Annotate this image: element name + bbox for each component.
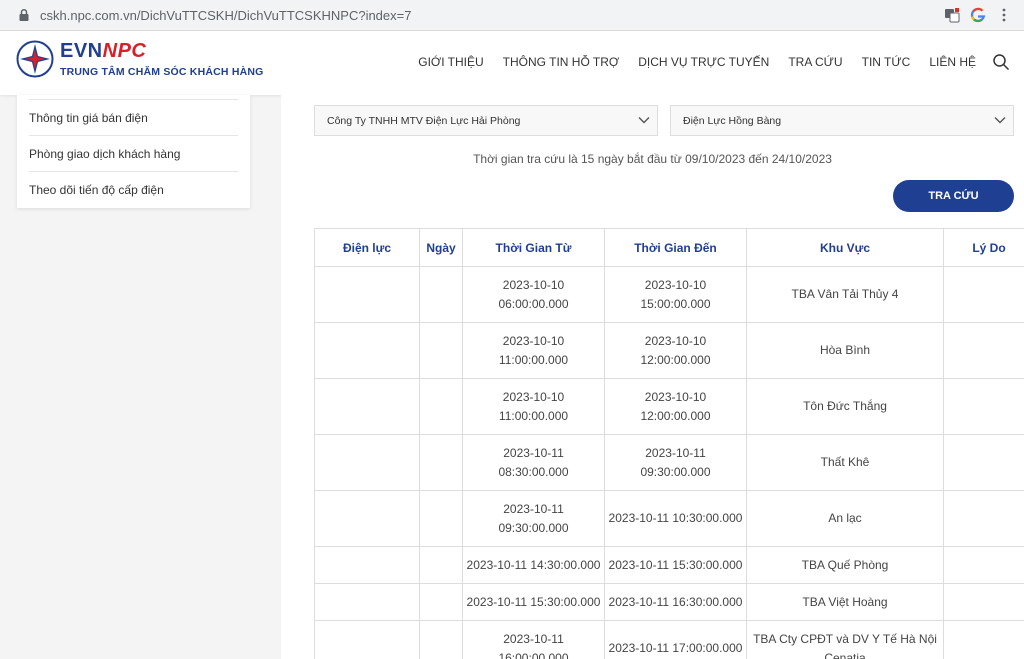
cell-dien-luc: [314, 266, 420, 323]
nav-tin-tuc[interactable]: TIN TỨC: [862, 55, 911, 69]
column-header: Khu Vực: [746, 228, 944, 267]
main-content: Công Ty TNHH MTV Điện Lực Hải Phòng Điện…: [281, 95, 1024, 659]
cell-ngay: [419, 266, 463, 323]
nav-lien-he[interactable]: LIÊN HỆ: [929, 55, 976, 69]
cell-thoi-gian-tu: 2023-10-11 08:30:00.000: [462, 434, 605, 491]
table-row: 2023-10-10 11:00:00.000 2023-10-10 12:00…: [314, 378, 1024, 435]
cell-dien-luc: [314, 583, 420, 621]
column-header: Thời Gian Từ: [462, 228, 605, 267]
cell-thoi-gian-den: 2023-10-11 15:30:00.000: [604, 546, 747, 584]
evn-emblem-icon: [16, 40, 54, 78]
sidebar-item-label: Theo dõi tiến độ cấp điện: [29, 183, 164, 197]
cell-thoi-gian-tu: 2023-10-10 11:00:00.000: [462, 378, 605, 435]
nav-tra-cuu[interactable]: TRA CỨU: [788, 55, 842, 69]
company-select-value: Công Ty TNHH MTV Điện Lực Hải Phòng: [327, 114, 521, 127]
column-header: Ngày: [419, 228, 463, 267]
nav-gioi-thieu[interactable]: GIỚI THIỆU: [418, 55, 483, 69]
unit-select[interactable]: Điện Lực Hồng Bàng: [670, 105, 1014, 136]
column-header: Thời Gian Đến: [604, 228, 747, 267]
cell-thoi-gian-tu: 2023-10-11 16:00:00.000: [462, 620, 605, 659]
table-row: 2023-10-11 14:30:00.000 2023-10-11 15:30…: [314, 546, 1024, 584]
nav-dich-vu-truc-tuyen[interactable]: DỊCH VỤ TRỰC TUYẾN: [638, 55, 769, 69]
cell-khu-vuc: TBA Quế Phòng: [746, 546, 944, 584]
search-icon[interactable]: [992, 53, 1010, 71]
cell-ngay: [419, 546, 463, 584]
brand-name: EVNNPC: [60, 40, 147, 62]
cell-ly-do: [943, 546, 1024, 584]
cell-ly-do: [943, 378, 1024, 435]
cell-ly-do: [943, 490, 1024, 547]
cell-khu-vuc: TBA Vân Tải Thủy 4: [746, 266, 944, 323]
cell-thoi-gian-den: 2023-10-10 15:00:00.000: [604, 266, 747, 323]
table-header-row: Điện lực Ngày Thời Gian Từ Thời Gian Đến…: [314, 228, 1024, 267]
cell-thoi-gian-tu: 2023-10-11 14:30:00.000: [462, 546, 605, 584]
cell-khu-vuc: Hòa Bình: [746, 322, 944, 379]
table-row: 2023-10-10 06:00:00.000 2023-10-10 15:00…: [314, 266, 1024, 323]
cell-ngay: [419, 620, 463, 659]
cell-dien-luc: [314, 546, 420, 584]
cell-ngay: [419, 583, 463, 621]
cell-dien-luc: [314, 378, 420, 435]
chevron-down-icon: [637, 113, 651, 127]
main-nav: GIỚI THIỆU THÔNG TIN HỖ TRỢ DỊCH VỤ TRỰC…: [418, 55, 976, 69]
cell-thoi-gian-tu: 2023-10-11 15:30:00.000: [462, 583, 605, 621]
sidebar-item-label: Phòng giao dịch khách hàng: [29, 146, 181, 161]
cell-thoi-gian-tu: 2023-10-10 06:00:00.000: [462, 266, 605, 323]
sidebar-item-label: Thông tin giá bán điện: [29, 110, 148, 125]
table-row: 2023-10-11 15:30:00.000 2023-10-11 16:30…: [314, 583, 1024, 621]
cell-thoi-gian-tu: 2023-10-10 11:00:00.000: [462, 322, 605, 379]
cell-khu-vuc: TBA Cty CPĐT và DV Y Tế Hà Nội Cenatia: [746, 620, 944, 659]
sidebar-item-tien-do-cap-dien[interactable]: Theo dõi tiến độ cấp điện: [29, 172, 238, 208]
chevron-down-icon: [993, 113, 1007, 127]
tra-cuu-button[interactable]: TRA CỨU: [893, 180, 1014, 212]
lock-icon: [17, 8, 31, 22]
cell-thoi-gian-den: 2023-10-11 17:00:00.000: [604, 620, 747, 659]
cell-ngay: [419, 322, 463, 379]
table-row: 2023-10-11 08:30:00.000 2023-10-11 09:30…: [314, 434, 1024, 491]
url-field[interactable]: cskh.npc.com.vn/DichVuTTCSKH/DichVuTTCSK…: [40, 8, 411, 23]
cell-ly-do: [943, 583, 1024, 621]
cell-thoi-gian-den: 2023-10-11 09:30:00.000: [604, 434, 747, 491]
cell-ngay: [419, 490, 463, 547]
cell-dien-luc: [314, 434, 420, 491]
sidebar-item-phong-giao-dich[interactable]: Phòng giao dịch khách hàng: [29, 136, 238, 172]
cell-ly-do: [943, 620, 1024, 659]
sidebar-menu: Thông tin giá bán điện Phòng giao dịch k…: [17, 95, 250, 208]
unit-select-value: Điện Lực Hồng Bàng: [683, 114, 782, 127]
cell-khu-vuc: TBA Việt Hoàng: [746, 583, 944, 621]
sidebar-item-gia-ban-dien[interactable]: Thông tin giá bán điện: [29, 100, 238, 136]
column-header: Điện lực: [314, 228, 420, 267]
cell-thoi-gian-den: 2023-10-10 12:00:00.000: [604, 322, 747, 379]
google-icon[interactable]: [970, 7, 986, 23]
translate-icon[interactable]: [944, 7, 960, 23]
table-row: 2023-10-10 11:00:00.000 2023-10-10 12:00…: [314, 322, 1024, 379]
cell-thoi-gian-den: 2023-10-11 10:30:00.000: [604, 490, 747, 547]
nav-thong-tin-ho-tro[interactable]: THÔNG TIN HỖ TRỢ: [503, 55, 620, 69]
logo[interactable]: EVNNPC TRUNG TÂM CHĂM SÓC KHÁCH HÀNG: [16, 40, 264, 78]
cell-ly-do: [943, 434, 1024, 491]
cell-thoi-gian-den: 2023-10-10 12:00:00.000: [604, 378, 747, 435]
cell-ly-do: [943, 322, 1024, 379]
cell-ngay: [419, 434, 463, 491]
cell-ly-do: [943, 266, 1024, 323]
menu-dots-icon[interactable]: [996, 7, 1012, 23]
table-row: 2023-10-11 16:00:00.000 2023-10-11 17:00…: [314, 620, 1024, 659]
cell-khu-vuc: An lạc: [746, 490, 944, 547]
cell-khu-vuc: Thất Khê: [746, 434, 944, 491]
cell-khu-vuc: Tôn Đức Thắng: [746, 378, 944, 435]
column-header: Lý Do: [943, 228, 1024, 267]
cell-dien-luc: [314, 322, 420, 379]
cell-dien-luc: [314, 490, 420, 547]
cell-thoi-gian-tu: 2023-10-11 09:30:00.000: [462, 490, 605, 547]
cell-ngay: [419, 378, 463, 435]
outage-table: Điện lực Ngày Thời Gian Từ Thời Gian Đến…: [314, 228, 1024, 659]
browser-address-bar: cskh.npc.com.vn/DichVuTTCSKH/DichVuTTCSK…: [0, 0, 1024, 31]
lookup-period-text: Thời gian tra cứu là 15 ngày bắt đầu từ …: [473, 152, 832, 166]
table-row: 2023-10-11 09:30:00.000 2023-10-11 10:30…: [314, 490, 1024, 547]
brand-tagline: TRUNG TÂM CHĂM SÓC KHÁCH HÀNG: [60, 66, 264, 78]
site-header: EVNNPC TRUNG TÂM CHĂM SÓC KHÁCH HÀNG GIỚ…: [0, 31, 1024, 95]
cell-thoi-gian-den: 2023-10-11 16:30:00.000: [604, 583, 747, 621]
company-select[interactable]: Công Ty TNHH MTV Điện Lực Hải Phòng: [314, 105, 658, 136]
cell-dien-luc: [314, 620, 420, 659]
